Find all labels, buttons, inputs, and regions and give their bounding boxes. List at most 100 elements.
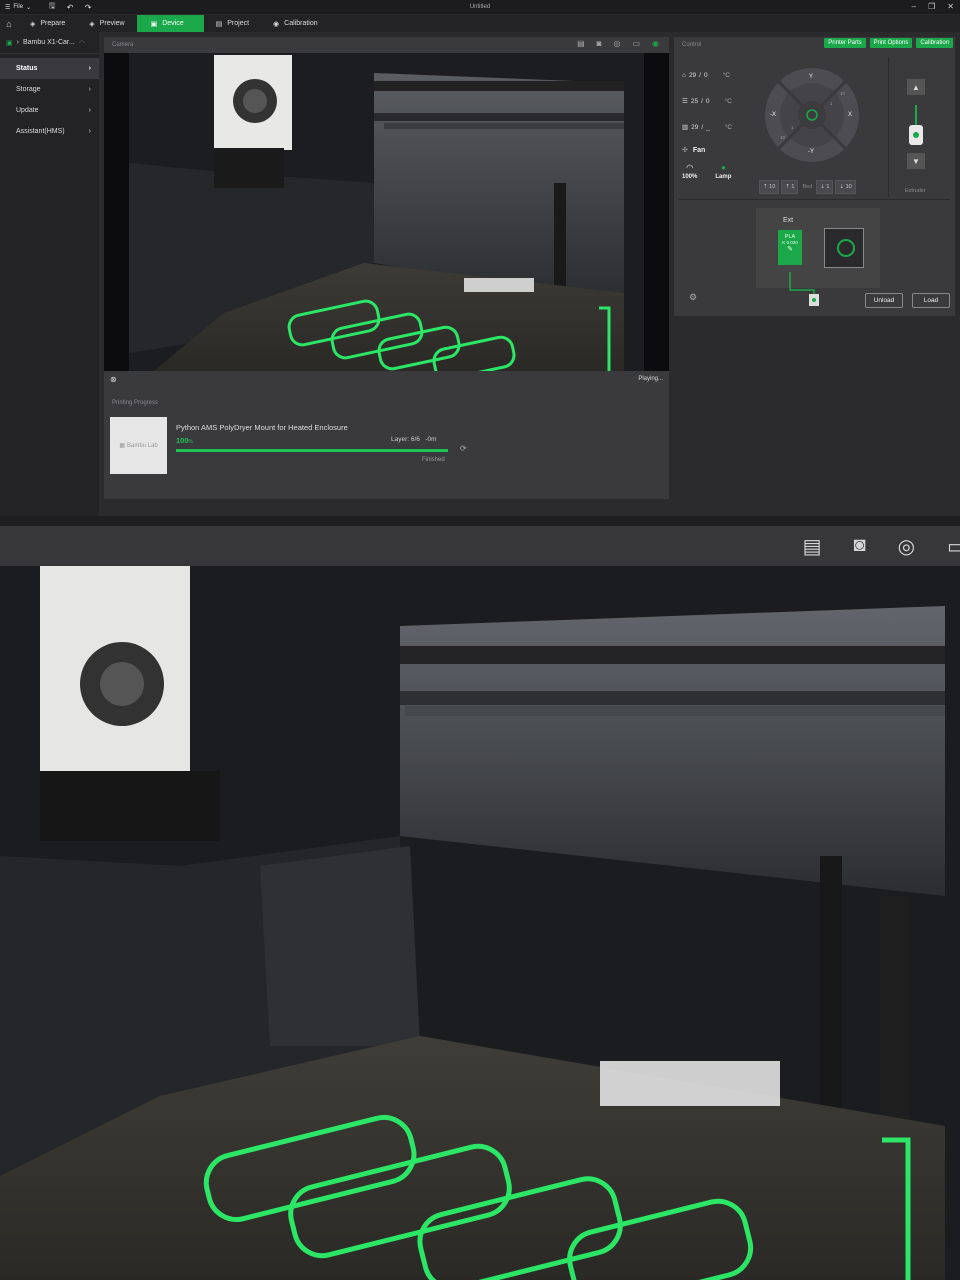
tab-bar: ⌂ ◈ Prepare ◈ Preview ▣ Device ▤ Project ◉ Ca… bbox=[0, 15, 960, 32]
hamburger-icon: ☰ bbox=[5, 4, 11, 11]
temp-target: _ bbox=[706, 123, 710, 131]
fan-label: Fan bbox=[692, 146, 706, 154]
percent-value: 100 bbox=[176, 436, 189, 445]
unload-button[interactable]: Unload bbox=[865, 293, 903, 308]
tab-label: Preview bbox=[99, 20, 125, 27]
camera-panel: Camera ▤ ◙ ◎ ▭ ◉ ⊗ Playing... bbox=[104, 37, 669, 420]
camera-feed bbox=[104, 53, 669, 371]
wifi-icon: ◠ bbox=[78, 39, 85, 47]
percent-unit: % bbox=[188, 439, 193, 445]
axis-x-left[interactable]: -X bbox=[770, 112, 776, 118]
axis-y-down[interactable]: -Y bbox=[808, 149, 814, 155]
model-thumbnail: ▦ Bambu Lab bbox=[110, 417, 167, 474]
restore-icon[interactable]: ❐ bbox=[928, 2, 935, 11]
sidebar: ▣ › Bambu X1-Car... ◠ Status › Storage › U… bbox=[0, 32, 99, 516]
temp-unit: °C bbox=[724, 123, 733, 131]
step-label: 1 bbox=[791, 125, 794, 130]
tab-preview[interactable]: ◈ Preview bbox=[77, 15, 136, 32]
device-icon: ▣ bbox=[150, 20, 158, 28]
timelapse-icon[interactable]: ◙ bbox=[854, 534, 866, 559]
bed-down-1-button[interactable]: ⇣ 1 bbox=[816, 180, 834, 194]
step-label: 1 bbox=[830, 101, 833, 106]
redo-icon[interactable]: ↷ bbox=[79, 3, 97, 12]
extrude-down-button[interactable]: ▼ bbox=[907, 153, 925, 169]
live-indicator-icon[interactable]: ◉ bbox=[652, 39, 659, 48]
bed-up-1-button[interactable]: ⇡ 1 bbox=[781, 180, 799, 194]
axis-y-up[interactable]: Y bbox=[809, 74, 813, 80]
timelapse-icon[interactable]: ◙ bbox=[597, 39, 602, 48]
sidebar-item-storage[interactable]: Storage › bbox=[0, 79, 99, 100]
progress-percent: 100% bbox=[176, 436, 193, 445]
zoomed-camera-image bbox=[0, 566, 960, 1280]
tab-device[interactable]: ▣ Device bbox=[136, 15, 204, 32]
minimize-icon[interactable]: – bbox=[912, 2, 916, 11]
axis-control-pad[interactable]: Y -Y -X X 10 1 10 1 bbox=[764, 67, 860, 163]
lamp-icon: ● bbox=[720, 163, 726, 172]
close-icon[interactable]: ✕ bbox=[947, 2, 954, 11]
save-icon[interactable]: 🖫 bbox=[43, 0, 61, 14]
load-button[interactable]: Load bbox=[912, 293, 950, 308]
tab-label: Calibration bbox=[284, 20, 318, 27]
progress-bar-fill bbox=[176, 449, 448, 452]
record-video-icon[interactable]: ▭ bbox=[632, 39, 640, 48]
bed-temp[interactable]: ☰ 25/0 °C bbox=[682, 88, 732, 114]
sd-card-icon[interactable]: ▤ bbox=[577, 39, 585, 48]
file-menu[interactable]: ☰ File ⌄ bbox=[0, 4, 31, 11]
step-label: 10 bbox=[840, 91, 846, 96]
tab-project[interactable]: ▤ Project bbox=[204, 15, 261, 32]
webcam-icon[interactable]: ◎ bbox=[898, 534, 915, 559]
temp-target: 0 bbox=[703, 71, 708, 79]
stop-icon[interactable]: ⊗ bbox=[110, 375, 117, 384]
main-area: Camera ▤ ◙ ◎ ▭ ◉ ⊗ Playing... Printing P… bbox=[99, 32, 960, 516]
printer-icon: ▣ bbox=[6, 39, 13, 47]
ams-settings-icon[interactable]: ⚙ bbox=[689, 292, 697, 303]
record-video-icon[interactable]: ▭ bbox=[947, 534, 960, 559]
sd-card-icon[interactable]: ▤ bbox=[803, 534, 822, 559]
fan-button[interactable]: ✣ Fan bbox=[682, 140, 732, 160]
speed-value: 100% bbox=[682, 174, 698, 180]
printer-selector[interactable]: ▣ › Bambu X1-Car... ◠ bbox=[0, 32, 99, 54]
reprint-icon[interactable]: ⟳ bbox=[460, 444, 467, 453]
sidebar-item-assistant[interactable]: Assistant(HMS) › bbox=[0, 121, 99, 142]
sidebar-item-update[interactable]: Update › bbox=[0, 100, 99, 121]
jog-value: 10 bbox=[845, 184, 852, 190]
print-status: Finished bbox=[422, 457, 445, 463]
print-options-button[interactable]: Print Options bbox=[869, 38, 913, 48]
zoomed-camera-toolbar: ▤ ◙ ◎ ▭ bbox=[0, 516, 960, 566]
bed-down-10-button[interactable]: ⇣ 10 bbox=[835, 180, 856, 194]
filament-path bbox=[789, 272, 819, 306]
lamp-button[interactable]: ● Lamp bbox=[715, 163, 731, 180]
cube-icon: ◈ bbox=[30, 20, 36, 28]
chamber-temp[interactable]: ▥ 29/_ °C bbox=[682, 114, 732, 140]
chevron-right-icon: › bbox=[88, 65, 91, 72]
home-icon[interactable]: ⌂ bbox=[0, 15, 18, 32]
calibration-button[interactable]: Calibration bbox=[916, 38, 953, 48]
file-menu-label: File bbox=[13, 4, 24, 10]
progress-bar bbox=[176, 449, 448, 452]
speed-button[interactable]: ◠ 100% bbox=[682, 163, 697, 180]
tab-calibration[interactable]: ◉ Calibration bbox=[261, 15, 330, 32]
printer-parts-button[interactable]: Printer Parts bbox=[824, 38, 866, 48]
jog-value: 1 bbox=[791, 184, 795, 190]
extrude-up-button[interactable]: ▲ bbox=[907, 79, 925, 95]
progress-title: Printing Progress bbox=[112, 399, 159, 406]
webcam-icon[interactable]: ◎ bbox=[613, 39, 620, 48]
sidebar-item-label: Update bbox=[16, 107, 39, 114]
bed-up-10-button[interactable]: ⇡ 10 bbox=[759, 180, 780, 194]
axis-x-right[interactable]: X bbox=[848, 112, 852, 118]
sidebar-item-label: Status bbox=[16, 65, 38, 72]
sidebar-item-status[interactable]: Status › bbox=[0, 58, 99, 79]
lamp-label: Lamp bbox=[715, 174, 732, 180]
tab-label: Device bbox=[162, 20, 184, 27]
tab-prepare[interactable]: ◈ Prepare bbox=[18, 15, 77, 32]
bambu-logo-icon: ▦ bbox=[119, 443, 125, 449]
extruder-label: Extruder bbox=[905, 188, 926, 194]
layer-count: Layer: 6/6 bbox=[391, 436, 420, 443]
bed-icon: ☰ bbox=[682, 98, 688, 105]
chevron-right-icon: › bbox=[88, 128, 91, 135]
title-bar: ☰ File ⌄ 🖫 ↶ ↷ Untitled – ❐ ✕ bbox=[0, 0, 960, 15]
undo-icon[interactable]: ↶ bbox=[61, 3, 79, 12]
nozzle-temp[interactable]: ⌂ 29/0 °C bbox=[682, 62, 732, 88]
camera-status: Playing... bbox=[638, 376, 663, 382]
print-job-name: Python AMS PolyDryer Mount for Heated En… bbox=[176, 423, 348, 432]
